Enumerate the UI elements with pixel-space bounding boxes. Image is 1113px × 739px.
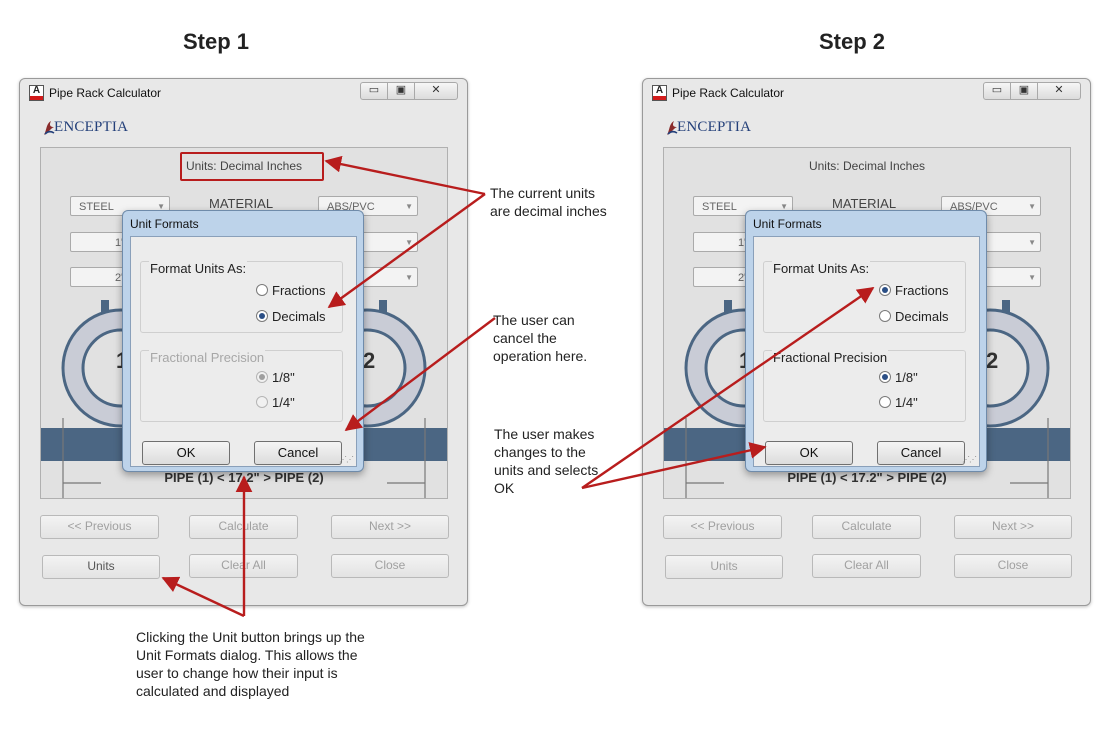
annotation-arrows bbox=[161, 155, 875, 618]
